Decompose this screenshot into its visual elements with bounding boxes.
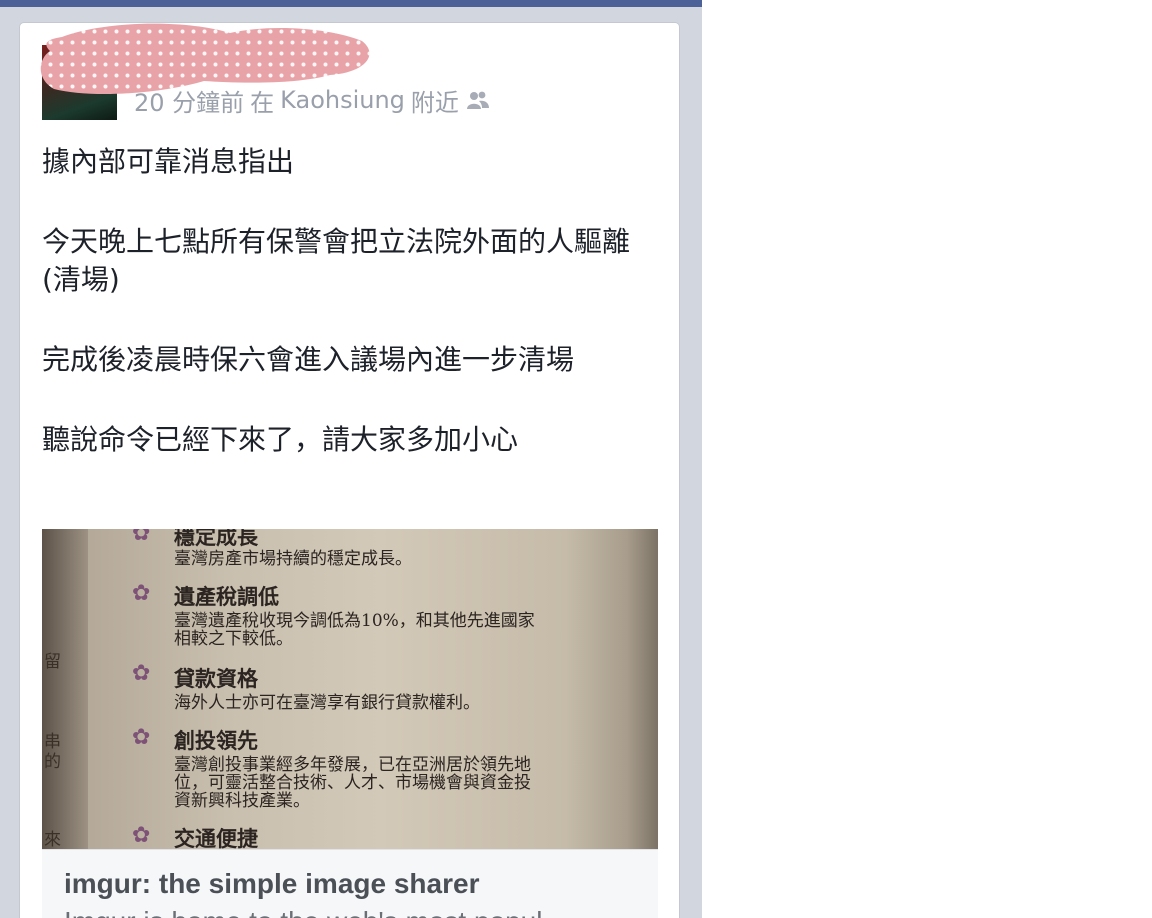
photo-line: 海外人士亦可在臺灣享有銀行貸款權利。 [174, 693, 480, 713]
location-prefix: 在 [250, 88, 275, 117]
link-description: Imgur is home to the web's most popul [64, 906, 542, 918]
photo-line: 資新興科技產業。 [174, 791, 310, 811]
photo-heading: 交通便捷 [174, 826, 258, 849]
photo-line: 臺灣創投事業經多年發展，已在亞洲居於領先地 [174, 755, 531, 775]
photo-line: 相較之下較低。 [174, 629, 293, 649]
edge-char: 留 [44, 652, 61, 672]
news-feed: 20 分鐘前 在 Kaohsiung 附近 據內部可靠消息指出 今天晚上七點所有… [0, 0, 702, 918]
link-preview[interactable]: imgur: the simple image sharer Imgur is … [42, 849, 658, 918]
flower-icon: ✿ [132, 823, 151, 848]
flower-icon: ✿ [132, 661, 151, 686]
photo-heading: 穩定成長 [174, 529, 258, 549]
post-paragraph: 據內部可靠消息指出 [42, 145, 295, 178]
photo-heading: 貸款資格 [174, 666, 258, 691]
flower-icon: ✿ [132, 529, 151, 546]
photo-line: 臺灣遺產稅收現今調低為10%，和其他先進國家 [174, 611, 535, 631]
flower-icon: ✿ [132, 581, 151, 606]
photo-line: 臺灣房產市場持續的穩定成長。 [174, 549, 412, 569]
post-body: 據內部可靠消息指出 今天晚上七點所有保警會把立法院外面的人驅離(清場) 完成後凌… [42, 143, 662, 501]
post-paragraph: 完成後凌晨時保六會進入議場內進一步清場 [42, 343, 575, 376]
link-title[interactable]: imgur: the simple image sharer [64, 868, 479, 900]
shared-photo[interactable]: 留 串 的 來 ✿ 穩定成長 臺灣房產市場持續的穩定成長。 ✿ 遺產稅調低 臺灣… [42, 529, 658, 849]
post-card: 20 分鐘前 在 Kaohsiung 附近 據內部可靠消息指出 今天晚上七點所有… [20, 23, 679, 918]
post-paragraph: 聽說命令已經下來了，請大家多加小心 [42, 423, 519, 456]
friends-icon[interactable] [465, 89, 491, 111]
post-time[interactable]: 20 分鐘前 [134, 83, 244, 118]
flower-icon: ✿ [132, 725, 151, 750]
post-location[interactable]: Kaohsiung [280, 86, 405, 114]
top-bar [0, 0, 702, 7]
photo-heading: 創投領先 [174, 728, 258, 753]
edge-char: 來 [44, 830, 61, 849]
photo-left-edge: 留 串 的 來 [42, 529, 88, 849]
location-suffix: 附近 [410, 88, 459, 117]
photo-heading: 遺產稅調低 [174, 584, 279, 609]
post-paragraph: 今天晚上七點所有保警會把立法院外面的人驅離(清場) [42, 225, 631, 296]
post-meta: 20 分鐘前 在 Kaohsiung 附近 [134, 83, 491, 118]
photo-line: 位，可靈活整合技術、人才、市場機會與資金投 [174, 773, 531, 793]
edge-char: 的 [44, 752, 61, 772]
